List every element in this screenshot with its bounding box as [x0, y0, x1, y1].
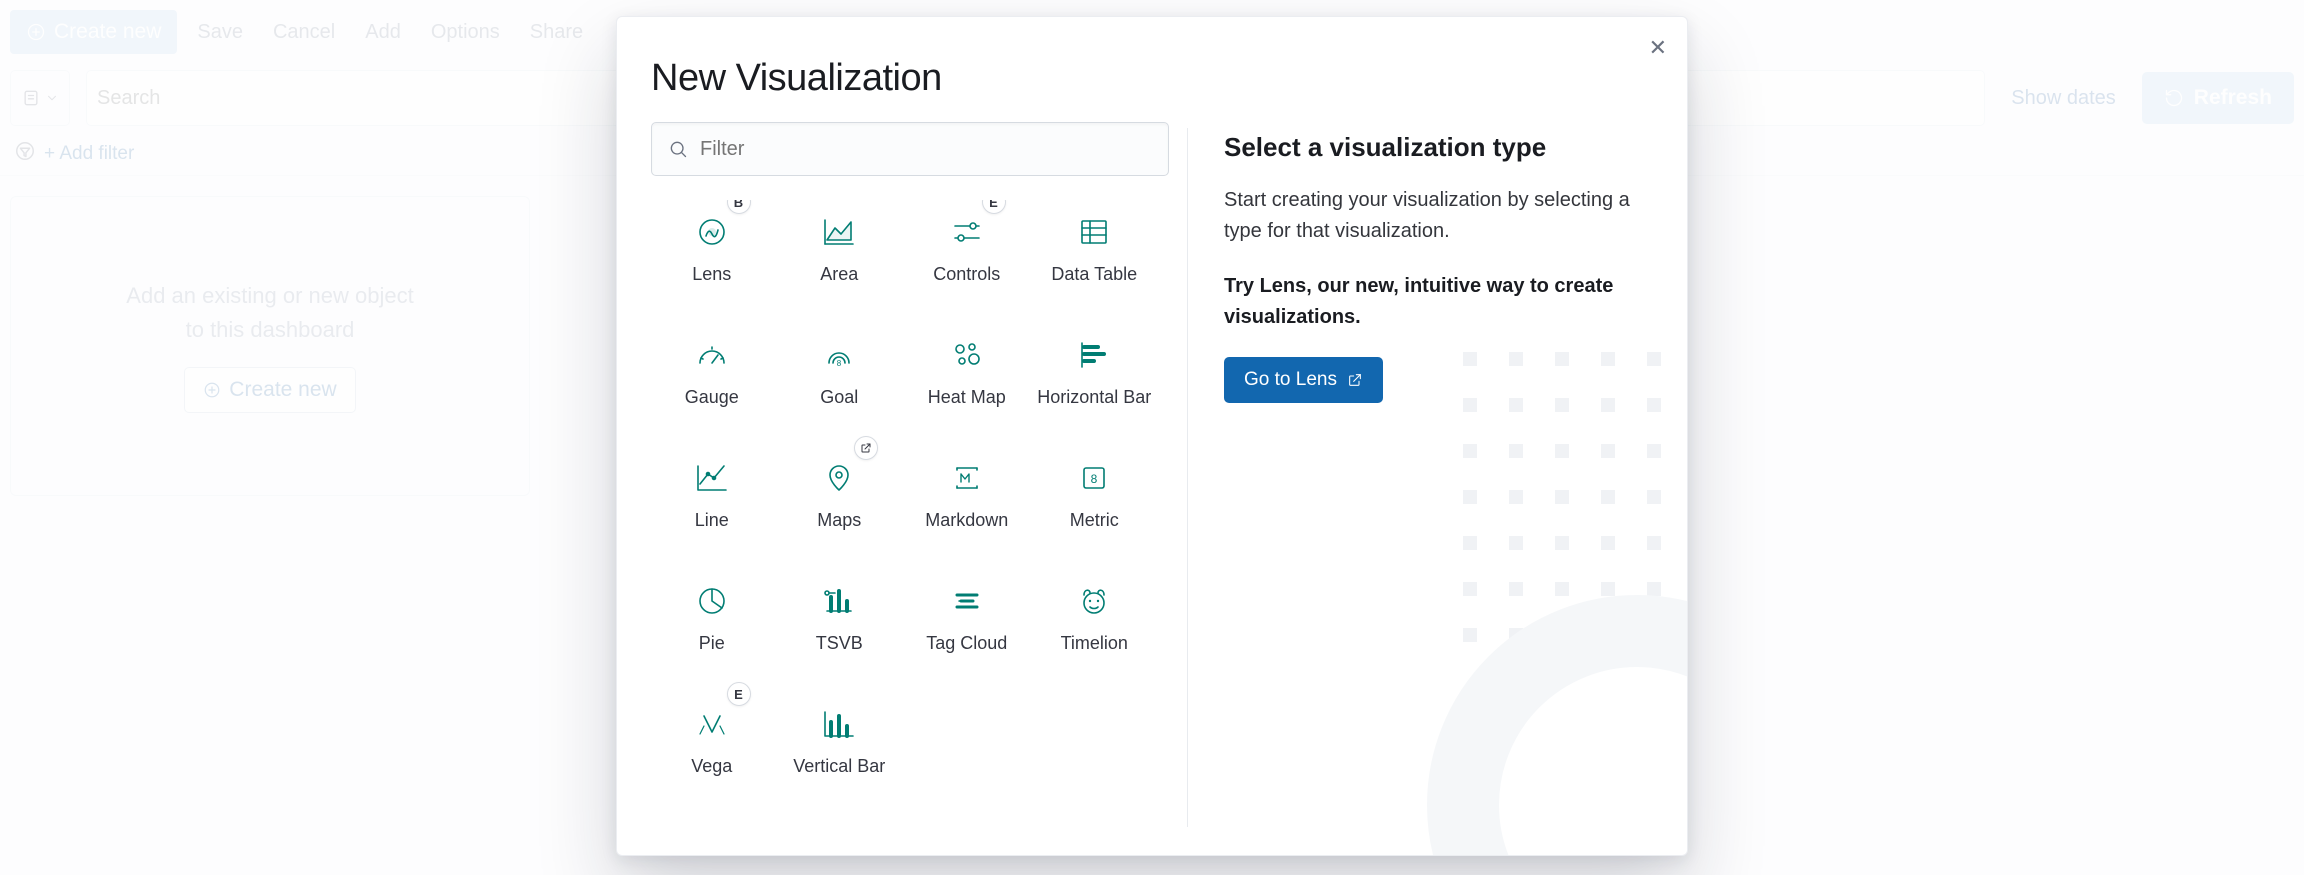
viz-label: Maps: [817, 510, 861, 531]
viz-label: Controls: [933, 264, 1000, 285]
select-type-heading: Select a visualization type: [1224, 132, 1651, 163]
viz-description-pane: Select a visualization type Start creati…: [1188, 122, 1687, 855]
timelion-icon: [1068, 579, 1120, 623]
viz-item-maps[interactable]: Maps: [779, 446, 901, 541]
goal-icon: 8: [813, 333, 865, 377]
viz-item-gauge[interactable]: Gauge: [651, 323, 773, 418]
visualization-picker: BLens Area EControls Data Table Gauge 8 Goal He…: [617, 122, 1187, 855]
viz-item-data-table[interactable]: Data Table: [1034, 200, 1156, 295]
viz-item-vertical-bar[interactable]: Vertical Bar: [779, 692, 901, 787]
viz-label: Heat Map: [928, 387, 1006, 408]
gauge-icon: [686, 333, 738, 377]
area-icon: [813, 210, 865, 254]
svg-text:8: 8: [1091, 472, 1098, 486]
vega-icon: [686, 702, 738, 746]
search-icon: [668, 139, 688, 159]
viz-label: Goal: [820, 387, 858, 408]
viz-label: Pie: [699, 633, 725, 654]
tag-cloud-icon: [941, 579, 993, 623]
vertical-bar-icon: [813, 702, 865, 746]
popout-icon: [1347, 372, 1363, 388]
viz-item-tsvb[interactable]: TSVB: [779, 569, 901, 664]
viz-item-pie[interactable]: Pie: [651, 569, 773, 664]
viz-grid: BLens Area EControls Data Table Gauge 8 Goal He…: [651, 200, 1169, 787]
viz-filter-input[interactable]: [700, 138, 1152, 161]
viz-item-line[interactable]: Line: [651, 446, 773, 541]
viz-label: Horizontal Bar: [1037, 387, 1151, 408]
viz-item-lens[interactable]: BLens: [651, 200, 773, 295]
viz-item-area[interactable]: Area: [779, 200, 901, 295]
maps-icon: [813, 456, 865, 500]
pie-icon: [686, 579, 738, 623]
heat-map-icon: [941, 333, 993, 377]
viz-label: Metric: [1070, 510, 1119, 531]
viz-label: Area: [820, 264, 858, 285]
modal-title: New Visualization: [617, 17, 1687, 122]
controls-icon: [941, 210, 993, 254]
viz-item-metric[interactable]: 8 Metric: [1034, 446, 1156, 541]
viz-label: Data Table: [1051, 264, 1137, 285]
viz-label: Tag Cloud: [926, 633, 1007, 654]
viz-label: Timelion: [1061, 633, 1128, 654]
line-icon: [686, 456, 738, 500]
viz-label: Gauge: [685, 387, 739, 408]
markdown-icon: [941, 456, 993, 500]
viz-label: Lens: [692, 264, 731, 285]
viz-label: Line: [695, 510, 729, 531]
horizontal-bar-icon: [1068, 333, 1120, 377]
viz-label: Vega: [691, 756, 732, 777]
svg-text:8: 8: [837, 359, 842, 368]
viz-item-goal[interactable]: 8 Goal: [779, 323, 901, 418]
try-lens-text: Try Lens, our new, intuitive way to crea…: [1224, 271, 1651, 333]
new-visualization-modal: ✕ New Visualization BLens Area EControls Da…: [616, 16, 1688, 856]
viz-item-horizontal-bar[interactable]: Horizontal Bar: [1034, 323, 1156, 418]
viz-item-timelion[interactable]: Timelion: [1034, 569, 1156, 664]
filter-input-wrap[interactable]: [651, 122, 1169, 176]
metric-icon: 8: [1068, 456, 1120, 500]
viz-label: TSVB: [816, 633, 863, 654]
viz-item-tag-cloud[interactable]: Tag Cloud: [906, 569, 1028, 664]
viz-label: Markdown: [925, 510, 1008, 531]
go-to-lens-button[interactable]: Go to Lens: [1224, 357, 1383, 403]
viz-item-vega[interactable]: EVega: [651, 692, 773, 787]
go-to-lens-label: Go to Lens: [1244, 369, 1337, 391]
tsvb-icon: [813, 579, 865, 623]
lens-icon: [686, 210, 738, 254]
viz-label: Vertical Bar: [793, 756, 885, 777]
viz-item-heat-map[interactable]: Heat Map: [906, 323, 1028, 418]
close-icon[interactable]: ✕: [1649, 35, 1667, 61]
viz-item-markdown[interactable]: Markdown: [906, 446, 1028, 541]
viz-item-controls[interactable]: EControls: [906, 200, 1028, 295]
select-type-description: Start creating your visualization by sel…: [1224, 185, 1651, 247]
data-table-icon: [1068, 210, 1120, 254]
